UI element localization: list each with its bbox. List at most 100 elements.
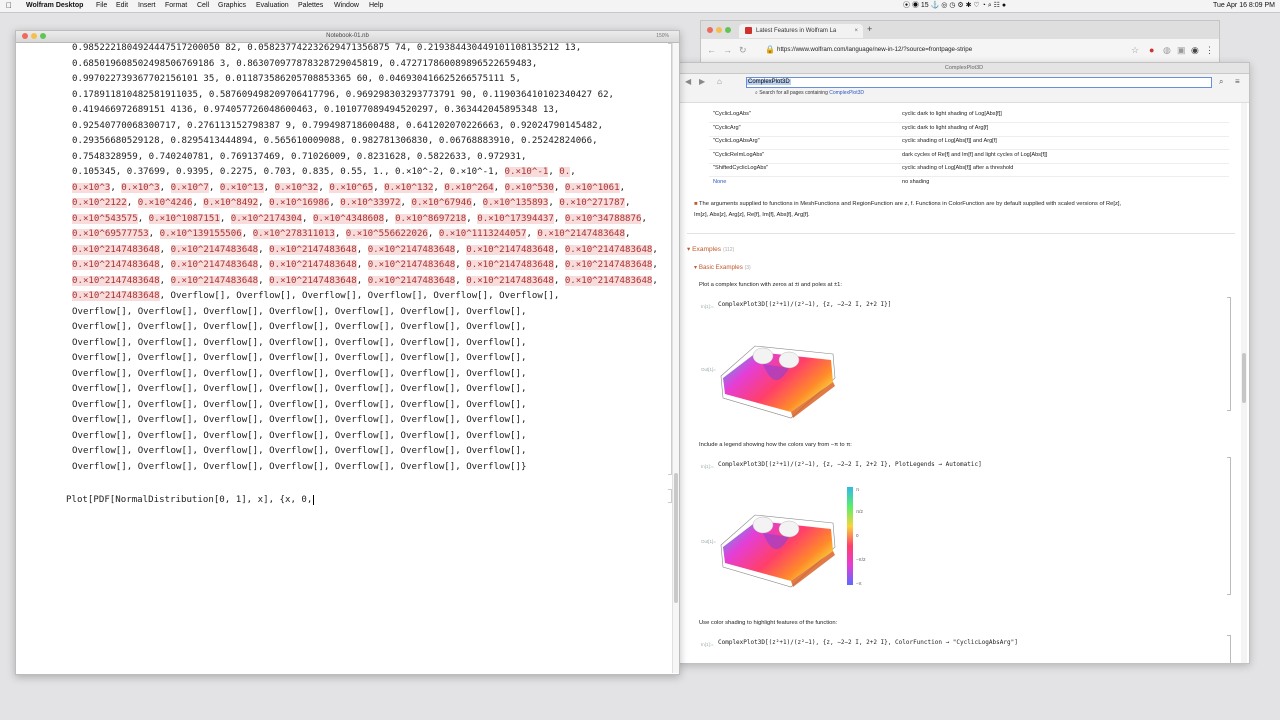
underflow-value: 0.×10^4246 xyxy=(137,198,193,208)
notebook-scrollbar[interactable] xyxy=(672,43,679,673)
output-text: 0.178911810482581911035, 0.5876094982097… xyxy=(72,89,615,100)
underflow-value: 0.×10^4348608 xyxy=(312,213,385,224)
output-line: Overflow[], Overflow[], Overflow[], Over… xyxy=(72,398,526,414)
scroll-thumb[interactable] xyxy=(1242,353,1246,403)
clock[interactable]: Tue Apr 16 8:09 PM xyxy=(1213,0,1275,12)
output-text: , xyxy=(258,260,270,270)
extension2-icon[interactable]: ◍ xyxy=(1163,45,1171,56)
output-text: , xyxy=(455,260,467,270)
underflow-value: 0.×10^32 xyxy=(274,182,319,193)
menu-app[interactable]: Wolfram Desktop xyxy=(26,0,83,12)
menu-file[interactable]: File xyxy=(96,0,107,12)
example2-code[interactable]: ComplexPlot3D[(z²+1)/(z²−1), {z, −2−2 I,… xyxy=(718,461,982,468)
menu-window[interactable]: Window xyxy=(334,0,359,12)
complexplot3d-surface-2[interactable] xyxy=(715,485,847,597)
legend-tick: −π xyxy=(856,581,862,586)
output-text: , xyxy=(548,167,560,177)
menu-palettes[interactable]: Palettes xyxy=(298,0,323,12)
output-line: Overflow[], Overflow[], Overflow[], Over… xyxy=(72,336,526,352)
underflow-value: 0.×10^2147483648 xyxy=(537,229,626,239)
underflow-value: 0.×10^139155506 xyxy=(159,229,242,239)
doc-scrollbar[interactable] xyxy=(1241,103,1247,663)
cell-bracket[interactable] xyxy=(668,489,672,503)
input-code[interactable]: Plot[PDF[NormalDistribution[0, 1], x], {… xyxy=(66,495,312,505)
menu-insert[interactable]: Insert xyxy=(138,0,156,12)
scroll-thumb[interactable] xyxy=(674,473,678,603)
back-icon[interactable]: ◀ xyxy=(685,77,691,86)
output-text: , xyxy=(356,260,368,270)
examples-section[interactable]: ▾ Examples (112) xyxy=(687,245,734,253)
menu-graphics[interactable]: Graphics xyxy=(218,0,246,12)
output-line: Overflow[], Overflow[], Overflow[], Over… xyxy=(72,444,526,460)
input-cell[interactable]: Plot[PDF[NormalDistribution[0, 1], x], {… xyxy=(66,495,315,505)
overflow-token: Overflow[], Overflow[], Overflow[], Over… xyxy=(72,368,527,379)
doc-menu-icon[interactable]: ≡ xyxy=(1235,77,1240,86)
output-text: , xyxy=(356,275,368,286)
output-line: 0.685019608502498506769186 3, 0.86307097… xyxy=(72,57,537,73)
output-text: , xyxy=(652,244,664,255)
output-text: , xyxy=(493,182,505,193)
overflow-token: , Overflow[] xyxy=(159,291,226,301)
browser-tab[interactable]: Latest Features in Wolfram La × xyxy=(739,24,863,38)
basic-examples-section[interactable]: ▾ Basic Examples (3) xyxy=(694,264,751,271)
search-all-link[interactable]: ⌕ Search for all pages containing Comple… xyxy=(755,90,864,96)
example3-code[interactable]: ComplexPlot3D[(z²+1)/(z²−1), {z, −2−2 I,… xyxy=(718,639,1018,646)
minimize-icon[interactable] xyxy=(716,27,722,33)
option-desc: cyclic dark to light shading of Arg[f] xyxy=(902,125,989,131)
menu-edit[interactable]: Edit xyxy=(116,0,128,12)
extension3-icon[interactable]: ▣ xyxy=(1177,45,1186,56)
output-line: 0.×10^543575, 0.×10^1087151, 0.×10^21743… xyxy=(72,212,652,228)
output-text: , xyxy=(400,198,412,208)
complexplot3d-surface-1[interactable] xyxy=(715,316,847,428)
example1-code[interactable]: ComplexPlot3D[(z²+1)/(z²−1), {z, −2−2 I,… xyxy=(718,301,891,308)
output-text: , xyxy=(526,229,538,239)
status-icons[interactable]: ⦿ ◉ 15 ⚓ ◎ ◷ ⚙ ✱ ♡ ◔ ⌕ ☷ ● xyxy=(903,0,1006,12)
menu-help[interactable]: Help xyxy=(369,0,383,12)
maximize-icon[interactable] xyxy=(725,27,731,33)
cell-bracket[interactable] xyxy=(1227,635,1231,663)
cell-bracket[interactable] xyxy=(668,43,672,475)
forward-icon[interactable]: ▶ xyxy=(699,77,705,86)
output-text: , xyxy=(652,275,664,286)
output-text: , xyxy=(110,182,122,193)
extension-icon[interactable]: ● xyxy=(1149,45,1154,55)
tab-close-icon[interactable]: × xyxy=(854,24,858,38)
search-value: ComplexPlot3D xyxy=(747,79,791,85)
forward-icon[interactable]: → xyxy=(723,45,732,55)
underflow-value: 0.×10^2147483648 xyxy=(269,260,357,270)
basic-examples-count: (3) xyxy=(744,265,751,271)
menu-evaluation[interactable]: Evaluation xyxy=(256,0,289,12)
underflow-value: 0.×10^1061 xyxy=(564,182,620,193)
new-tab-icon[interactable]: + xyxy=(867,24,872,34)
reload-icon[interactable]: ↻ xyxy=(739,45,747,56)
apple-icon[interactable]:  xyxy=(6,0,12,12)
menu-dots-icon[interactable]: ⋮ xyxy=(1205,45,1214,56)
url-bar[interactable]: https://www.wolfram.com/language/new-in-… xyxy=(777,43,1117,57)
home-icon[interactable]: ⌂ xyxy=(717,77,722,86)
output-text: 0.105345, 0.37699, 0.9395, 0.2275, 0.703… xyxy=(72,167,500,177)
underflow-value: 0.×10^13 xyxy=(219,182,264,193)
underflow-value: 0.×10^135893 xyxy=(482,198,549,208)
overflow-token: , Overflow[] xyxy=(488,291,554,301)
search-all-term[interactable]: ComplexPlot3D xyxy=(829,90,864,96)
back-icon[interactable]: ← xyxy=(707,45,716,55)
cell-bracket[interactable] xyxy=(1227,297,1231,411)
examples-count: (112) xyxy=(722,247,735,253)
output-text: , xyxy=(433,182,445,193)
underflow-value: 0.×10^2147483648 xyxy=(466,244,554,255)
in-label: In[1]:= xyxy=(701,464,714,469)
output-text: , xyxy=(334,229,346,239)
output-text: , xyxy=(427,229,439,239)
cell-bracket[interactable] xyxy=(1227,457,1231,595)
bookmark-star-icon[interactable]: ☆ xyxy=(1131,45,1139,56)
underflow-value: 0.×10^7 xyxy=(170,182,209,193)
search-icon[interactable]: ⌕ xyxy=(1219,77,1223,87)
option-name[interactable]: None xyxy=(713,179,726,185)
close-icon[interactable] xyxy=(707,27,713,33)
zoom-level[interactable]: 150% xyxy=(656,31,669,42)
output-text: , xyxy=(137,213,149,224)
doc-search-input[interactable]: ComplexPlot3D xyxy=(746,77,1212,88)
profile-icon[interactable]: ◉ xyxy=(1191,45,1199,56)
menu-cell[interactable]: Cell xyxy=(197,0,209,12)
menu-format[interactable]: Format xyxy=(165,0,187,12)
